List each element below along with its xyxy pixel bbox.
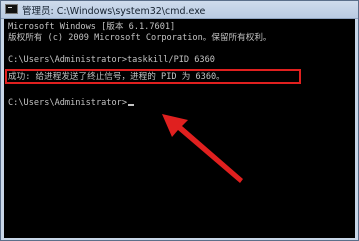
console-prompt: C:\Users\Administrator> xyxy=(8,98,127,108)
window-title: 管理员: C:\Windows\system32\cmd.exe xyxy=(22,6,206,17)
console-line-command: C:\Users\Administrator>taskkill/PID 6360 xyxy=(8,55,215,65)
console-line-version: Microsoft Windows [版本 6.1.7601] xyxy=(8,22,176,32)
highlight-box xyxy=(5,69,301,84)
console-line-copyright: 版权所有 (c) 2009 Microsoft Corporation。保留所有… xyxy=(8,33,272,43)
console-prompt-line[interactable]: C:\Users\Administrator> xyxy=(8,98,134,108)
cmd-window: 管理员: C:\Windows\system32\cmd.exe Microso… xyxy=(0,0,359,241)
title-bar[interactable]: 管理员: C:\Windows\system32\cmd.exe xyxy=(1,1,358,19)
console-output[interactable]: Microsoft Windows [版本 6.1.7601] 版权所有 (c)… xyxy=(4,19,355,238)
text-cursor xyxy=(128,104,134,106)
cmd-icon xyxy=(5,4,18,14)
